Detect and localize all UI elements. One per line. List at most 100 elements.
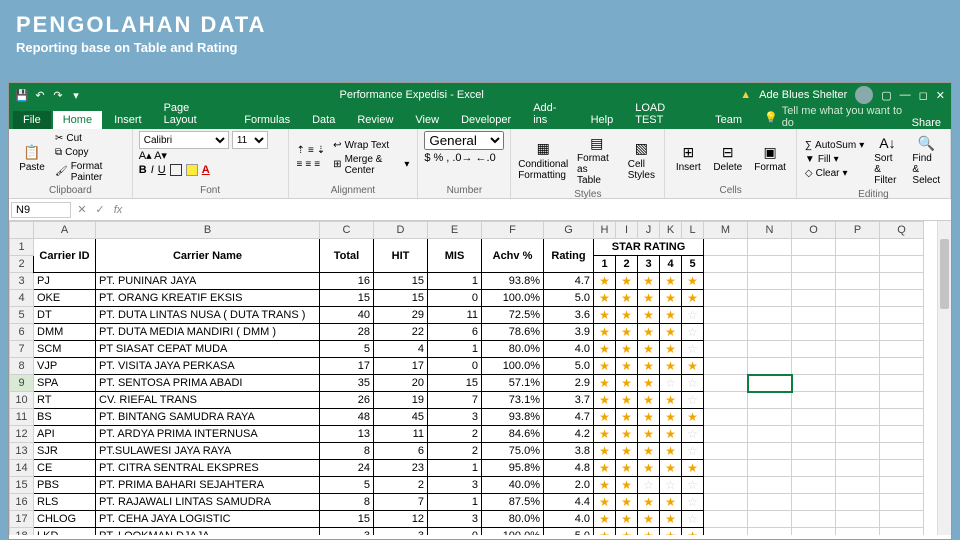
cell[interactable]: 4.0 <box>544 343 593 355</box>
cell[interactable]: 5.0 <box>544 530 593 535</box>
cell[interactable]: DMM <box>34 326 95 338</box>
cell[interactable]: 20 <box>374 377 427 389</box>
cell[interactable]: 3.8 <box>544 445 593 457</box>
user-name[interactable]: Ade Blues Shelter <box>759 89 847 101</box>
increase-font-icon[interactable]: A▴ <box>139 150 152 162</box>
cell[interactable]: 17 <box>374 360 427 372</box>
row-header[interactable]: 16 <box>10 494 34 511</box>
cell[interactable]: PT. DUTA LINTAS NUSA ( DUTA TRANS ) <box>96 309 319 321</box>
cell[interactable]: 80.0% <box>482 343 543 355</box>
increase-decimal-icon[interactable]: .0→ <box>452 152 472 164</box>
scrollbar-thumb[interactable] <box>940 239 949 309</box>
row-header[interactable]: 17 <box>10 511 34 528</box>
cell[interactable]: 4 <box>374 343 427 355</box>
cell[interactable]: 17 <box>320 360 373 372</box>
tab-developer[interactable]: Developer <box>451 111 521 129</box>
cell[interactable]: 8 <box>320 496 373 508</box>
cell[interactable]: 3.9 <box>544 326 593 338</box>
cell[interactable]: 100.0% <box>482 530 543 535</box>
tell-me-search[interactable]: 💡Tell me what you want to do <box>764 105 910 129</box>
row-header[interactable]: 10 <box>10 392 34 409</box>
cell[interactable]: 4.7 <box>544 275 593 287</box>
cell[interactable]: PT. BINTANG SAMUDRA RAYA <box>96 411 319 423</box>
tab-team[interactable]: Team <box>705 111 752 129</box>
cell[interactable]: PT. PUNINAR JAYA <box>96 275 319 287</box>
row-header[interactable]: 6 <box>10 324 34 341</box>
wrap-text-button[interactable]: ↩Wrap Text <box>331 139 411 152</box>
ribbon-display-icon[interactable]: ▢ <box>881 89 891 102</box>
cell[interactable]: 93.8% <box>482 275 543 287</box>
cell[interactable]: PT. RAJAWALI LINTAS SAMUDRA <box>96 496 319 508</box>
undo-icon[interactable]: ↶ <box>33 88 47 102</box>
format-as-table-button[interactable]: ▤Format as Table <box>573 131 620 188</box>
format-painter-button[interactable]: 🖌Format Painter <box>53 160 126 184</box>
cell[interactable]: 3 <box>374 530 427 535</box>
tab-view[interactable]: View <box>405 111 449 129</box>
column-header-K[interactable]: K <box>660 222 682 239</box>
cell[interactable]: PT. SENTOSA PRIMA ABADI <box>96 377 319 389</box>
font-name-select[interactable]: Calibri <box>139 131 229 149</box>
sort-filter-button[interactable]: A↓Sort & Filter <box>870 131 904 188</box>
avatar[interactable] <box>855 86 873 104</box>
fx-icon[interactable]: fx <box>109 204 127 216</box>
share-button[interactable]: Share <box>912 117 941 129</box>
cell[interactable]: 4.2 <box>544 428 593 440</box>
cell[interactable]: CV. RIEFAL TRANS <box>96 394 319 406</box>
cell[interactable]: 78.6% <box>482 326 543 338</box>
align-bottom-icon[interactable]: ⇣ <box>317 145 325 156</box>
cell[interactable]: 5.0 <box>544 360 593 372</box>
cell[interactable]: VJP <box>34 360 95 372</box>
column-header-E[interactable]: E <box>428 222 482 239</box>
cell[interactable]: PT. CITRA SENTRAL EKSPRES <box>96 462 319 474</box>
cell[interactable]: 84.6% <box>482 428 543 440</box>
name-box[interactable] <box>11 202 71 218</box>
redo-icon[interactable]: ↷ <box>51 88 65 102</box>
cell[interactable]: 16 <box>320 275 373 287</box>
cell[interactable]: 100.0% <box>482 292 543 304</box>
font-color-icon[interactable]: A <box>202 164 210 176</box>
format-cells-button[interactable]: ▣Format <box>750 140 790 175</box>
cell[interactable]: 100.0% <box>482 360 543 372</box>
cell[interactable]: 1 <box>428 496 481 508</box>
cell[interactable]: BS <box>34 411 95 423</box>
save-icon[interactable]: 💾 <box>15 88 29 102</box>
merge-center-button[interactable]: ⊞Merge & Center▾ <box>331 153 411 177</box>
column-header-G[interactable]: G <box>544 222 594 239</box>
cell[interactable]: PT. PRIMA BAHARI SEJAHTERA <box>96 479 319 491</box>
cell[interactable]: LKD <box>34 530 95 535</box>
find-select-button[interactable]: 🔍Find & Select <box>909 131 944 188</box>
column-header-L[interactable]: L <box>682 222 704 239</box>
cell[interactable]: 2.9 <box>544 377 593 389</box>
cell[interactable]: SPA <box>34 377 95 389</box>
tab-page-layout[interactable]: Page Layout <box>154 99 233 129</box>
cell[interactable]: 2 <box>428 428 481 440</box>
border-icon[interactable] <box>170 164 182 176</box>
cell[interactable]: 8 <box>320 445 373 457</box>
cell[interactable]: 28 <box>320 326 373 338</box>
cell[interactable]: 40 <box>320 309 373 321</box>
cell[interactable]: 2 <box>374 479 427 491</box>
cell[interactable]: 24 <box>320 462 373 474</box>
align-right-icon[interactable]: ≡ <box>314 159 320 170</box>
comma-icon[interactable]: , <box>446 152 449 164</box>
italic-button[interactable]: I <box>151 164 154 176</box>
column-header-M[interactable]: M <box>704 222 748 239</box>
row-header[interactable]: 2 <box>10 256 34 273</box>
row-header[interactable]: 13 <box>10 443 34 460</box>
cell[interactable]: 19 <box>374 394 427 406</box>
cell[interactable]: PT. VISITA JAYA PERKASA <box>96 360 319 372</box>
cell[interactable]: RLS <box>34 496 95 508</box>
decrease-font-icon[interactable]: A▾ <box>154 150 167 162</box>
formula-input[interactable] <box>127 202 951 218</box>
row-header[interactable]: 9 <box>10 375 34 392</box>
cell[interactable]: 15 <box>374 275 427 287</box>
enter-formula-icon[interactable]: ✓ <box>91 203 109 216</box>
align-middle-icon[interactable]: ≡ <box>308 145 314 156</box>
tab-home[interactable]: Home <box>53 111 102 129</box>
cell[interactable]: 2.0 <box>544 479 593 491</box>
row-header[interactable]: 11 <box>10 409 34 426</box>
cell[interactable]: 45 <box>374 411 427 423</box>
row-header[interactable]: 8 <box>10 358 34 375</box>
cell[interactable]: 13 <box>320 428 373 440</box>
row-header[interactable]: 4 <box>10 290 34 307</box>
